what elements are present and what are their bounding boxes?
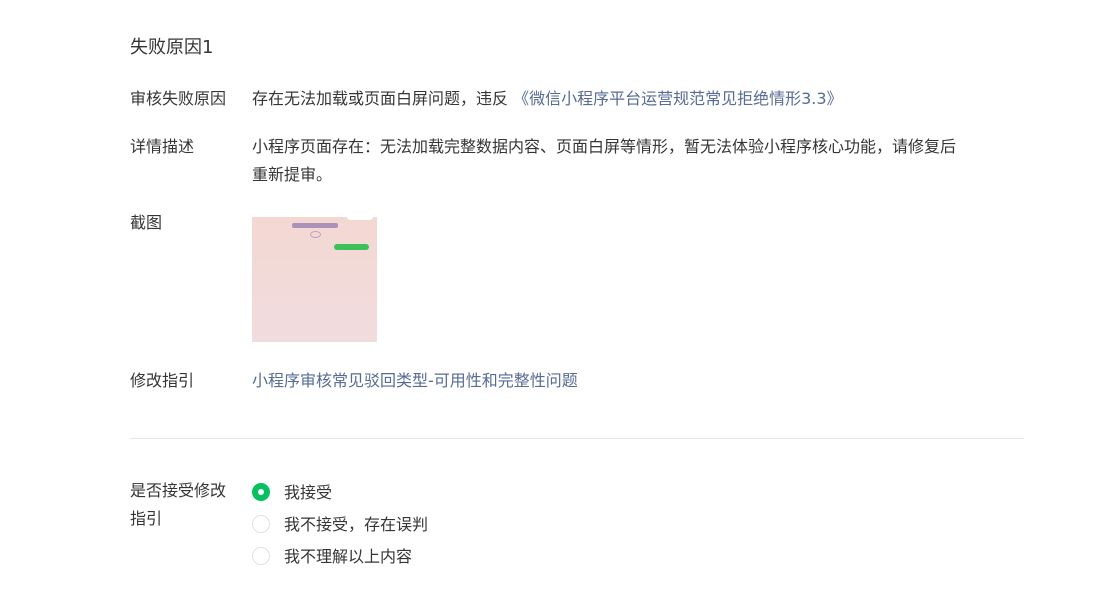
radio-unchecked-icon[interactable] bbox=[252, 515, 270, 533]
radio-label: 我不理解以上内容 bbox=[284, 547, 413, 566]
radio-checked-icon[interactable] bbox=[252, 483, 270, 501]
divider bbox=[130, 438, 1024, 439]
section-title: 失败原因1 bbox=[130, 37, 214, 58]
thumbnail-title-bar bbox=[292, 223, 338, 228]
radio-label: 我不接受，存在误判 bbox=[284, 515, 429, 534]
reason-text: 存在无法加载或页面白屏问题，违反 bbox=[252, 89, 509, 108]
accept-label: 是否接受修改 指引 bbox=[130, 477, 242, 533]
accept-label-line-2: 指引 bbox=[130, 509, 163, 528]
screenshot-thumbnail[interactable] bbox=[252, 217, 377, 342]
guide-label: 修改指引 bbox=[130, 371, 195, 390]
thumbnail-green-button bbox=[334, 244, 369, 250]
screenshot-label: 截图 bbox=[130, 213, 163, 232]
detail-text: 小程序页面存在：无法加载完整数据内容、页面白屏等情形，暂无法体验小程序核心功能，… bbox=[252, 133, 1024, 189]
guide-link[interactable]: 小程序审核常见驳回类型-可用性和完整性问题 bbox=[252, 371, 578, 390]
detail-text-line-2: 重新提审。 bbox=[252, 165, 333, 184]
reason-value: 存在无法加载或页面白屏问题，违反 《微信小程序平台运营规范常见拒绝情形3.3》 bbox=[252, 85, 1024, 113]
accept-label-line-1: 是否接受修改 bbox=[130, 481, 227, 500]
thumbnail-corner bbox=[347, 217, 373, 220]
detail-label: 详情描述 bbox=[130, 137, 195, 156]
radio-label: 我接受 bbox=[284, 483, 333, 502]
detail-text-line-1: 小程序页面存在：无法加载完整数据内容、页面白屏等情形，暂无法体验小程序核心功能，… bbox=[252, 137, 957, 156]
guide-value: 小程序审核常见驳回类型-可用性和完整性问题 bbox=[252, 367, 1024, 395]
rules-link[interactable]: 《微信小程序平台运营规范常见拒绝情形3.3》 bbox=[513, 89, 842, 108]
thumbnail-indicator bbox=[310, 231, 321, 238]
radio-unchecked-icon[interactable] bbox=[252, 547, 270, 565]
reason-label: 审核失败原因 bbox=[130, 89, 227, 108]
